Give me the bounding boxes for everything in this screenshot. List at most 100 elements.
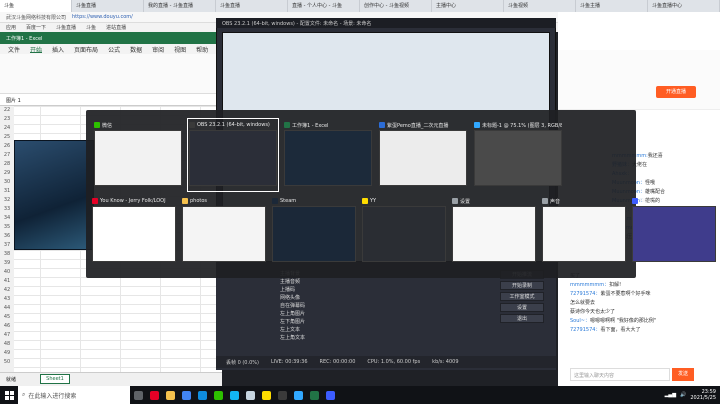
- url-text[interactable]: https://www.douyu.com/: [72, 14, 133, 20]
- browser-tab[interactable]: 斗鱼直播: [72, 0, 144, 12]
- obs-source-item[interactable]: 网络头像: [280, 294, 350, 302]
- excel-tab[interactable]: 页面布局: [74, 45, 98, 54]
- excel-tab[interactable]: 审阅: [152, 45, 164, 54]
- switcher-window-preview: [189, 130, 277, 186]
- row-number: 43: [3, 296, 11, 302]
- chrome-taskbar-button[interactable]: [178, 386, 194, 404]
- app-icon: [379, 122, 385, 128]
- row-number: 35: [3, 224, 11, 230]
- chat-nickname[interactable]: 72791574：: [570, 291, 600, 297]
- app-icon: [272, 198, 278, 204]
- excel-tab[interactable]: 公式: [108, 45, 120, 54]
- browser-tab[interactable]: 斗鱼视频: [504, 0, 576, 12]
- excel-taskbar-button[interactable]: [306, 386, 322, 404]
- obs-status-item: 丢帧 0 (0.0%): [226, 360, 259, 366]
- photoshop-taskbar-button[interactable]: [290, 386, 306, 404]
- obs-sources-list[interactable]: 主播背景主播音频上播码网络头像自在弹幕码左上角图片左下角图片左上文本左上角文本: [280, 270, 350, 342]
- browser-tab[interactable]: 我的直播 - 斗鱼直播: [144, 0, 216, 12]
- yy-taskbar-button[interactable]: [258, 386, 274, 404]
- excel-tab[interactable]: 文件: [8, 45, 20, 54]
- taskbar: ⌕ 在此输入进行搜索 ▂▄▆ 🔊 23:59 2021/5/25: [0, 386, 720, 404]
- chat-input[interactable]: 这里输入聊天内容: [570, 368, 670, 381]
- excel-status-bar: 就绪: [0, 372, 222, 386]
- bookmark-item[interactable]: 斗鱼: [86, 24, 96, 31]
- obs-taskbar-button[interactable]: [274, 386, 290, 404]
- switcher-window-12[interactable]: Kiduri: [632, 196, 716, 266]
- obs-source-item[interactable]: 自在弹幕码: [280, 302, 350, 310]
- send-button[interactable]: 发送: [672, 368, 694, 381]
- switcher-window-1[interactable]: 微信: [94, 120, 182, 190]
- switcher-window-11[interactable]: 声音: [542, 196, 626, 266]
- switcher-window-2[interactable]: OBS 23.2.1 (64-bit, windows): [187, 118, 279, 192]
- switcher-window-label: OBS 23.2.1 (64-bit, windows): [189, 120, 277, 130]
- obs-source-item[interactable]: 主播音频: [280, 278, 350, 286]
- excel-tab[interactable]: 数据: [130, 45, 142, 54]
- excel-tab[interactable]: 插入: [52, 45, 64, 54]
- obs-button[interactable]: 设置: [500, 303, 544, 312]
- kiduri-taskbar-button[interactable]: [322, 386, 338, 404]
- switcher-window-title: 紫蛋Pemo直播_二次元直播: [387, 122, 449, 129]
- chat-nickname[interactable]: 72791574：: [570, 327, 600, 333]
- excel-tab[interactable]: 视图: [174, 45, 186, 54]
- switcher-window-title: 微信: [102, 122, 113, 129]
- chat-message: Soul~：嗯嗯嗯啊啊 "我好像的那比例": [570, 317, 718, 326]
- browser-tab[interactable]: 斗鱼: [0, 0, 72, 12]
- bookmark-item[interactable]: 进站直播: [106, 24, 126, 31]
- browser-tab[interactable]: 斗鱼直播: [216, 0, 288, 12]
- obs-source-item[interactable]: 左上角图片: [280, 310, 350, 318]
- browser-tab[interactable]: 直播 - 个人中心 - 斗鱼: [288, 0, 360, 12]
- row-number: 27: [3, 152, 11, 158]
- folder-taskbar-button[interactable]: [162, 386, 178, 404]
- browser-tab[interactable]: 创作中心 - 斗鱼视频: [360, 0, 432, 12]
- obs-button[interactable]: 工作室模式: [500, 292, 544, 301]
- row-number: 24: [3, 125, 11, 131]
- chat-text: 嗯嗯嗯啊啊 "我好像的那比例": [589, 318, 657, 324]
- task-view-taskbar-button[interactable]: [130, 386, 146, 404]
- switcher-window-title: 设置: [460, 198, 471, 205]
- obs-source-item[interactable]: 左上文本: [280, 326, 350, 334]
- switcher-window-10[interactable]: 设置: [452, 196, 536, 266]
- switcher-window-label: 紫蛋Pemo直播_二次元直播: [379, 120, 467, 130]
- bookmark-item[interactable]: 应用: [6, 24, 16, 31]
- row-number: 45: [3, 314, 11, 320]
- wechat-taskbar-button[interactable]: [210, 386, 226, 404]
- sheet-tab[interactable]: Sheet1: [40, 374, 70, 384]
- switcher-window-6[interactable]: You Know - Jerry Folk/LOOJ: [92, 196, 176, 266]
- browser-tab[interactable]: 斗鱼主播: [576, 0, 648, 12]
- obs-source-item[interactable]: 左上角文本: [280, 334, 350, 342]
- row-number: 22: [3, 107, 11, 113]
- obs-source-item[interactable]: 上播码: [280, 286, 350, 294]
- network-icon[interactable]: ▂▄▆: [665, 392, 677, 398]
- switcher-window-9[interactable]: YY: [362, 196, 446, 266]
- obs-source-item[interactable]: 左下角图片: [280, 318, 350, 326]
- browser-tab[interactable]: 主播中心: [432, 0, 504, 12]
- browser-tab[interactable]: 斗鱼直播中心: [648, 0, 720, 12]
- chat-nickname[interactable]: Soul~：: [570, 318, 590, 324]
- chat-text: 扣解!: [609, 282, 622, 288]
- yy-icon: [261, 390, 271, 400]
- switcher-window-8[interactable]: Steam: [272, 196, 356, 266]
- steam-taskbar-button[interactable]: [242, 386, 258, 404]
- switcher-window-preview: [362, 206, 446, 262]
- row-number: 42: [3, 287, 11, 293]
- open-live-button[interactable]: 开通直播: [656, 86, 696, 98]
- obs-button[interactable]: 开始录制: [500, 281, 544, 290]
- bookmark-item[interactable]: 百度一下: [26, 24, 46, 31]
- switcher-window-7[interactable]: photos: [182, 196, 266, 266]
- excel-name-box[interactable]: 图片 1: [0, 94, 222, 106]
- netease-music-taskbar-button[interactable]: [146, 386, 162, 404]
- start-button[interactable]: [0, 386, 18, 404]
- bookmark-item[interactable]: 斗鱼直播: [56, 24, 76, 31]
- switcher-window-3[interactable]: 工作簿1 - Excel: [284, 120, 372, 190]
- switcher-window-4[interactable]: 紫蛋Pemo直播_二次元直播: [379, 120, 467, 190]
- obs-button[interactable]: 退出: [500, 314, 544, 323]
- switcher-window-5[interactable]: 未标题-1 @ 75.1% (图层 3, RGB/8#): [474, 120, 562, 190]
- clock[interactable]: 23:59 2021/5/25: [690, 389, 716, 401]
- edge-taskbar-button[interactable]: [194, 386, 210, 404]
- excel-tab[interactable]: 帮助: [196, 45, 208, 54]
- volume-icon[interactable]: 🔊: [680, 392, 686, 398]
- taskbar-search[interactable]: ⌕ 在此输入进行搜索: [18, 386, 130, 404]
- excel-tab[interactable]: 开始: [30, 45, 43, 54]
- qq-taskbar-button[interactable]: [226, 386, 242, 404]
- chat-nickname[interactable]: mmmmmmm：: [570, 282, 609, 288]
